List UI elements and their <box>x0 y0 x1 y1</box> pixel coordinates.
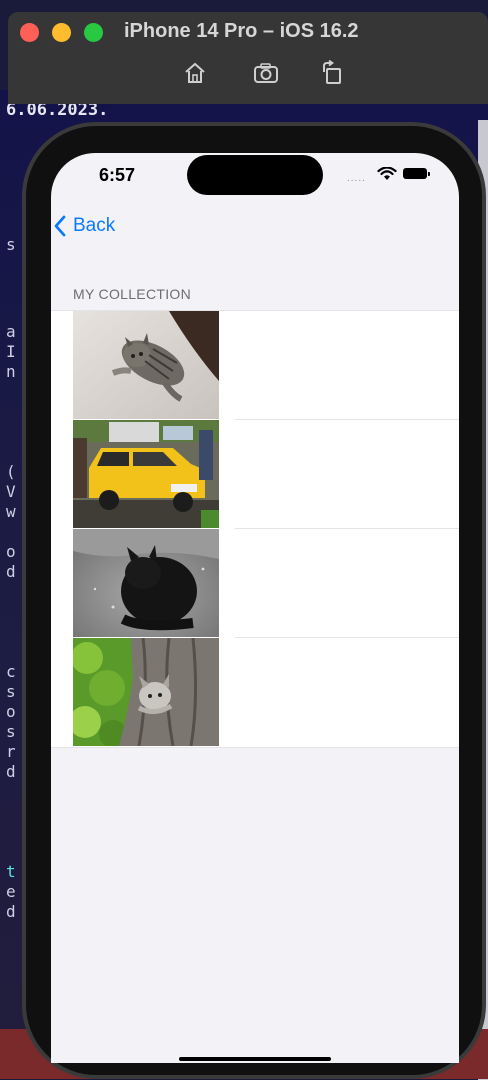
editor-code-fragment: n <box>6 362 16 381</box>
editor-code-fragment: d <box>6 762 16 781</box>
collection-image-kitten-tree <box>73 638 219 746</box>
editor-code-fragment: c <box>6 662 16 681</box>
status-bar-time: 6:57 <box>99 165 136 185</box>
editor-code-fragment: s <box>6 722 16 741</box>
editor-code-fragment: ( <box>6 462 16 481</box>
list-item[interactable] <box>51 311 459 420</box>
editor-code-fragment: s <box>6 235 16 254</box>
wifi-icon <box>377 166 397 186</box>
collection-image-kitten-blanket <box>73 311 219 419</box>
editor-code-fragment: V <box>6 482 16 501</box>
editor-code-fragment: w <box>6 502 16 521</box>
editor-code-fragment: d <box>6 562 16 581</box>
editor-code-fragment: o <box>6 702 16 721</box>
chevron-left-icon <box>54 215 66 237</box>
close-window-button[interactable] <box>20 23 39 42</box>
dynamic-island <box>187 155 323 195</box>
editor-code-fragment: d <box>6 902 16 921</box>
screenshot-icon[interactable] <box>252 60 278 86</box>
rotate-icon[interactable] <box>318 59 344 86</box>
editor-code-fragment: t <box>6 862 16 881</box>
zoom-window-button[interactable] <box>84 23 103 42</box>
collection-image-black-cat <box>73 529 219 637</box>
back-button[interactable]: Back <box>51 213 115 239</box>
editor-code-fragment: I <box>6 342 16 361</box>
simulator-titlebar: iPhone 14 Pro – iOS 16.2 <box>8 12 488 104</box>
back-label: Back <box>73 215 116 236</box>
minimize-window-button[interactable] <box>52 23 71 42</box>
iphone-screen: 6:57 ..... Back MY COLLECTION <box>51 153 459 1063</box>
collection-image-yellow-car <box>73 420 219 528</box>
editor-code-fragment: s <box>6 682 16 701</box>
editor-code-fragment: o <box>6 542 16 561</box>
editor-code-fragment: a <box>6 322 16 341</box>
status-bar-indicators: ..... <box>347 166 437 184</box>
collection-list <box>51 310 459 748</box>
editor-code-fragment: e <box>6 882 16 901</box>
battery-icon <box>403 168 430 179</box>
simulator-title: iPhone 14 Pro – iOS 16.2 <box>124 20 359 42</box>
list-item[interactable] <box>51 529 459 638</box>
list-item[interactable] <box>51 420 459 529</box>
section-header-my-collection: MY COLLECTION <box>73 286 191 302</box>
home-indicator[interactable] <box>179 1057 331 1061</box>
editor-code-fragment: r <box>6 742 16 761</box>
list-item[interactable] <box>51 638 459 747</box>
cellular-signal-icon: ..... <box>347 173 366 184</box>
home-icon[interactable] <box>182 60 208 86</box>
